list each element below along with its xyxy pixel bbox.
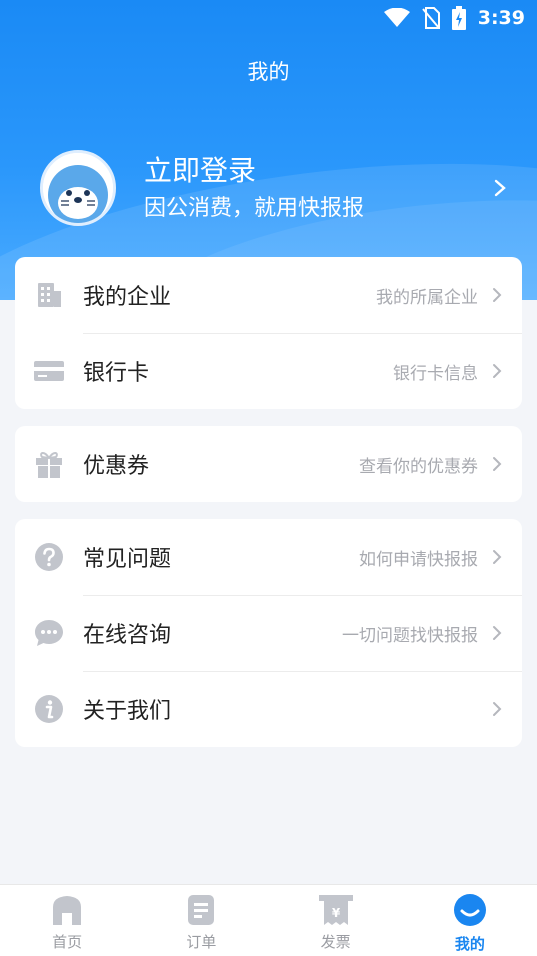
- chevron-right-icon: [493, 288, 502, 302]
- menu-item-coupons[interactable]: 优惠券 查看你的优惠券: [15, 426, 522, 502]
- chevron-right-icon: [493, 364, 502, 378]
- menu-item-my-company[interactable]: 我的企业 我的所属企业: [15, 257, 522, 333]
- status-bar: 3:39: [0, 0, 537, 36]
- menu-item-online-consult[interactable]: 在线咨询 一切问题找快报报: [15, 595, 522, 671]
- profile-icon: [453, 894, 486, 926]
- menu-item-label: 常见问题: [83, 547, 172, 572]
- no-sim-icon: [421, 7, 440, 29]
- battery-charging-icon: [451, 6, 466, 30]
- menu-item-label: 优惠券: [83, 454, 150, 479]
- menu-item-label: 在线咨询: [83, 623, 172, 648]
- menu-card-help: 常见问题 如何申请快报报 在线咨询 一切问题找快报报 关于我们: [15, 519, 522, 747]
- menu-item-label: 我的企业: [83, 285, 172, 310]
- chat-icon: [33, 617, 65, 649]
- tab-label: 首页: [52, 933, 83, 951]
- tab-label: 发票: [320, 933, 351, 951]
- avatar[interactable]: [40, 150, 116, 226]
- menu-card-account: 我的企业 我的所属企业 银行卡 银行卡信息: [15, 257, 522, 409]
- gift-icon: [33, 448, 65, 480]
- bottom-tab-bar: 首页 订单 ¥ 发票 我的: [0, 884, 537, 956]
- tab-home[interactable]: 首页: [0, 885, 134, 956]
- menu-item-hint: 查看你的优惠券: [359, 456, 478, 477]
- chevron-right-icon[interactable]: [490, 178, 510, 198]
- seal-avatar-icon: [43, 153, 113, 223]
- question-icon: [33, 541, 65, 573]
- status-time: 3:39: [477, 7, 525, 29]
- tab-label: 订单: [186, 933, 217, 951]
- svg-text:¥: ¥: [331, 906, 340, 920]
- menu-item-hint: 银行卡信息: [393, 363, 478, 384]
- order-icon: [188, 895, 215, 925]
- menu-item-hint: 一切问题找快报报: [342, 625, 478, 646]
- menu-item-hint: 我的所属企业: [376, 287, 478, 308]
- menu-card-coupons: 优惠券 查看你的优惠券: [15, 426, 522, 502]
- menu-item-hint: 如何申请快报报: [359, 549, 478, 570]
- chevron-right-icon: [493, 626, 502, 640]
- menu-item-label: 关于我们: [83, 699, 172, 724]
- tab-label: 我的: [454, 935, 485, 953]
- building-icon: [33, 279, 65, 311]
- home-icon: [53, 896, 82, 925]
- bank-card-icon: [33, 355, 65, 387]
- login-label[interactable]: 立即登录: [144, 152, 490, 190]
- tab-orders[interactable]: 订单: [134, 885, 268, 956]
- menu-item-bank-card[interactable]: 银行卡 银行卡信息: [15, 333, 522, 409]
- menu-item-label: 银行卡: [83, 361, 150, 386]
- invoice-icon: ¥: [318, 895, 353, 925]
- tab-invoice[interactable]: ¥ 发票: [269, 885, 403, 956]
- profile-login-row[interactable]: 立即登录 因公消费，就用快报报: [40, 148, 510, 228]
- profile-slogan: 因公消费，就用快报报: [144, 196, 365, 221]
- chevron-right-icon: [493, 457, 502, 471]
- page-title: 我的: [247, 60, 290, 84]
- chevron-right-icon: [493, 702, 502, 716]
- menu-item-about-us[interactable]: 关于我们: [15, 671, 522, 747]
- chevron-right-icon: [493, 550, 502, 564]
- wifi-icon: [383, 8, 410, 28]
- menu-item-faq[interactable]: 常见问题 如何申请快报报: [15, 519, 522, 595]
- info-icon: [33, 693, 65, 725]
- tab-profile[interactable]: 我的: [403, 885, 537, 956]
